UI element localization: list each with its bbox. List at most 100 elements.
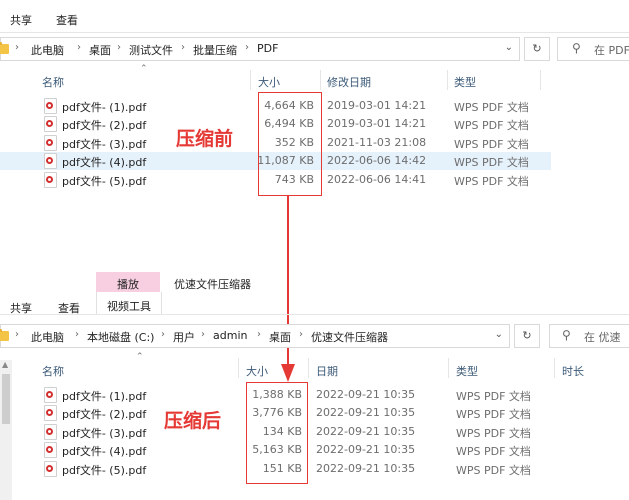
crumb-users[interactable]: 用户 — [173, 329, 195, 345]
chevron-right-icon: › — [181, 42, 185, 53]
chevron-right-icon: › — [245, 42, 249, 53]
column-date-modified[interactable]: 修改日期 — [327, 74, 371, 90]
crumb-test-files[interactable]: 测试文件 — [129, 42, 173, 58]
file-row[interactable]: pdf文件- (4).pdf 5,163 KB 2022-09-21 10:35… — [0, 441, 629, 459]
crumb-this-pc[interactable]: 此电脑 — [31, 329, 64, 345]
crumb-desktop[interactable]: 桌面 — [89, 42, 111, 58]
file-date: 2022-09-21 10:35 — [316, 443, 416, 456]
address-bar[interactable]: › 此电脑 › 本地磁盘 (C:) › 用户 › admin › 桌面 › 优速… — [0, 324, 510, 348]
crumb-desktop[interactable]: 桌面 — [269, 329, 291, 345]
column-divider[interactable] — [250, 70, 251, 90]
folder-icon — [0, 42, 9, 54]
refresh-icon: ↻ — [522, 329, 532, 342]
chevron-right-icon: › — [161, 329, 165, 340]
file-name: pdf文件- (1).pdf — [62, 390, 147, 403]
pdf-file-icon — [44, 424, 57, 440]
search-icon: ⚲ — [572, 41, 581, 55]
sort-up-icon: ⌃ — [140, 64, 148, 74]
column-size[interactable]: 大小 — [246, 363, 268, 379]
pdf-file-icon — [44, 405, 57, 421]
ribbon-tab-video-tools[interactable]: 视频工具 — [96, 292, 162, 315]
size-highlight-box — [246, 382, 308, 484]
crumb-pdf[interactable]: PDF — [257, 42, 278, 55]
scroll-up-icon[interactable]: ▲ — [2, 360, 8, 369]
file-row[interactable]: pdf文件- (2).pdf 3,776 KB 2022-09-21 10:35… — [0, 404, 629, 422]
file-type: WPS PDF 文档 — [456, 464, 531, 477]
crumb-local-disk[interactable]: 本地磁盘 (C:) — [87, 329, 154, 345]
file-date: 2019-03-01 14:21 — [327, 117, 427, 130]
chevron-right-icon: › — [15, 329, 19, 340]
chevron-right-icon: › — [201, 329, 205, 340]
chevron-right-icon: › — [299, 329, 303, 340]
annotation-after: 压缩后 — [164, 410, 222, 432]
file-type: WPS PDF 文档 — [454, 138, 529, 151]
file-date: 2022-06-06 14:41 — [327, 173, 427, 186]
file-row[interactable]: pdf文件- (1).pdf 1,388 KB 2022-09-21 10:35… — [0, 386, 629, 404]
column-date[interactable]: 日期 — [316, 363, 338, 379]
search-box[interactable]: ⚲ 在 优速 — [549, 324, 629, 348]
ribbon-tab-play[interactable]: 播放 — [96, 272, 160, 292]
chevron-right-icon: › — [15, 42, 19, 53]
file-type: WPS PDF 文档 — [456, 445, 531, 458]
column-divider[interactable] — [320, 70, 321, 90]
menu-share[interactable]: 共享 — [10, 12, 32, 28]
file-type: WPS PDF 文档 — [454, 101, 529, 114]
file-type: WPS PDF 文档 — [456, 427, 531, 440]
column-divider[interactable] — [448, 358, 449, 378]
column-name[interactable]: 名称 — [42, 74, 64, 90]
folder-icon — [0, 329, 9, 341]
chevron-down-icon[interactable]: ⌄ — [505, 42, 513, 53]
column-divider[interactable] — [554, 358, 555, 378]
column-name[interactable]: 名称 — [42, 363, 64, 379]
file-date: 2022-09-21 10:35 — [316, 406, 416, 419]
pdf-file-icon — [44, 153, 57, 169]
address-bar[interactable]: › 此电脑 › 桌面 › 测试文件 › 批量压缩 › PDF ⌄ — [0, 37, 520, 61]
pdf-file-icon — [44, 442, 57, 458]
ribbon-tab-video-tools-label: 视频工具 — [107, 300, 151, 313]
column-divider[interactable] — [540, 70, 541, 90]
file-date: 2019-03-01 14:21 — [327, 99, 427, 112]
chevron-right-icon: › — [77, 42, 81, 53]
annotation-before: 压缩前 — [176, 128, 234, 150]
refresh-button[interactable]: ↻ — [524, 37, 550, 61]
file-date: 2022-09-21 10:35 — [316, 462, 416, 475]
file-row[interactable]: pdf文件- (5).pdf 151 KB 2022-09-21 10:35 W… — [0, 460, 629, 478]
chevron-right-icon: › — [117, 42, 121, 53]
column-divider[interactable] — [308, 358, 309, 378]
file-name: pdf文件- (5).pdf — [62, 464, 147, 477]
column-divider[interactable] — [238, 358, 239, 378]
search-placeholder: 在 PDF — [594, 44, 629, 57]
column-size[interactable]: 大小 — [258, 74, 280, 90]
pdf-file-icon — [44, 98, 57, 114]
ribbon-tab-play-label: 播放 — [117, 278, 139, 291]
sort-up-icon: ⌃ — [136, 352, 144, 362]
crumb-compressor-folder[interactable]: 优速文件压缩器 — [311, 329, 388, 345]
crumb-this-pc[interactable]: 此电脑 — [31, 42, 64, 58]
pdf-file-icon — [44, 116, 57, 132]
menu-view[interactable]: 查看 — [56, 12, 78, 28]
refresh-button[interactable]: ↻ — [514, 324, 540, 348]
file-type: WPS PDF 文档 — [456, 390, 531, 403]
pdf-file-icon — [44, 387, 57, 403]
window-title: 优速文件压缩器 — [174, 278, 251, 291]
file-name: pdf文件- (4).pdf — [62, 445, 147, 458]
chevron-down-icon[interactable]: ⌄ — [495, 329, 503, 340]
pdf-file-icon — [44, 172, 57, 188]
pdf-file-icon — [44, 135, 57, 151]
column-divider[interactable] — [447, 70, 448, 90]
search-box[interactable]: ⚲ 在 PDF — [557, 37, 629, 61]
column-type[interactable]: 类型 — [454, 74, 476, 90]
search-icon: ⚲ — [562, 328, 571, 342]
file-name: pdf文件- (2).pdf — [62, 408, 147, 421]
file-date: 2022-09-21 10:35 — [316, 425, 416, 438]
file-date: 2022-06-06 14:42 — [327, 154, 427, 167]
column-type[interactable]: 类型 — [456, 363, 478, 379]
file-date: 2022-09-21 10:35 — [316, 388, 416, 401]
pdf-file-icon — [44, 461, 57, 477]
file-row[interactable]: pdf文件- (3).pdf 134 KB 2022-09-21 10:35 W… — [0, 423, 629, 441]
ribbon-divider — [0, 314, 629, 315]
crumb-batch-compress[interactable]: 批量压缩 — [193, 42, 237, 58]
crumb-admin[interactable]: admin — [213, 329, 247, 342]
column-duration[interactable]: 时长 — [562, 363, 584, 379]
file-name: pdf文件- (3).pdf — [62, 138, 147, 151]
